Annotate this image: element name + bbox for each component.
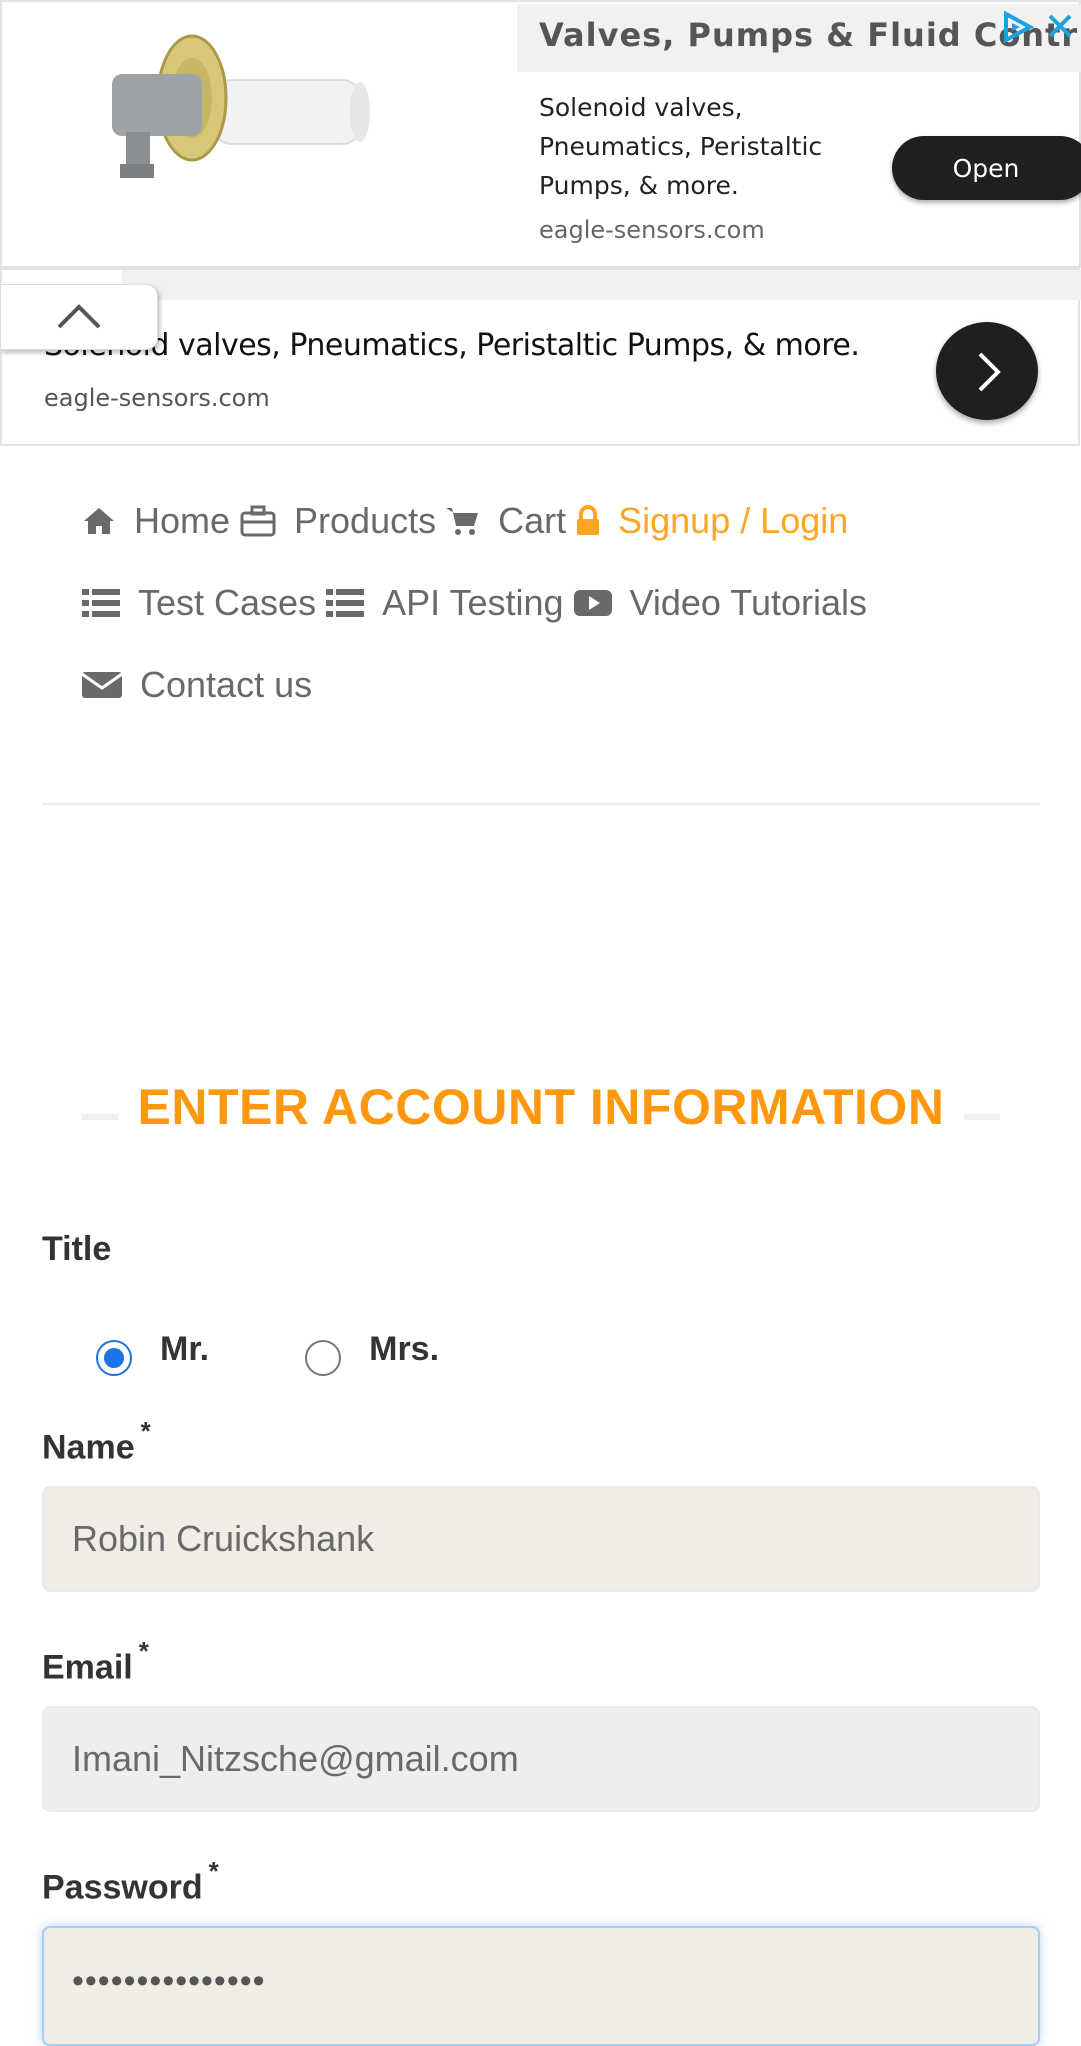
nav-home[interactable]: Home xyxy=(82,500,230,542)
name-label: Name * xyxy=(42,1416,151,1467)
email-label-text: Email xyxy=(42,1648,133,1687)
title-mr-radio[interactable] xyxy=(96,1340,132,1376)
title-radio-group: Mr. Mrs. xyxy=(96,1322,535,1376)
ad-description[interactable]: Solenoid valves, Pneumatics, Peristaltic… xyxy=(44,328,860,363)
ad-banner-secondary[interactable]: Solenoid valves, Pneumatics, Peristaltic… xyxy=(0,268,1081,446)
title-label: Title xyxy=(42,1230,112,1268)
ad-banner-top[interactable]: Valves, Pumps & Fluid Controls Solenoid … xyxy=(0,0,1081,268)
title-mrs-label[interactable]: Mrs. xyxy=(369,1330,439,1369)
section-title: ENTER ACCOUNT INFORMATION xyxy=(117,1079,965,1135)
envelope-icon xyxy=(82,672,122,698)
ad-next-button[interactable] xyxy=(936,322,1038,420)
chevron-right-icon xyxy=(978,352,1001,392)
close-icon[interactable] xyxy=(1044,10,1076,42)
required-mark: * xyxy=(138,1636,149,1666)
nav-test-cases-label: Test Cases xyxy=(138,582,317,623)
email-label: Email * xyxy=(42,1636,149,1687)
ad-domain[interactable]: eagle-sensors.com xyxy=(539,216,765,244)
nav-contact-us-label: Contact us xyxy=(140,664,313,705)
ad-title-strip xyxy=(122,270,1081,300)
nav-video-tutorials-label: Video Tutorials xyxy=(629,582,868,623)
nav-signup-login-label: Signup / Login xyxy=(618,500,849,541)
briefcase-icon xyxy=(240,505,276,537)
nav-row-1: Home Products Cart Signup / Login xyxy=(82,500,858,542)
title-mrs-radio[interactable] xyxy=(305,1340,342,1376)
nav-row-2: Test Cases API Testing Video Tutorials xyxy=(82,582,877,624)
youtube-play-icon xyxy=(573,590,612,616)
home-icon xyxy=(84,508,114,534)
chevron-up-icon xyxy=(57,304,101,329)
ad-collapse-button[interactable] xyxy=(0,284,158,350)
required-mark: * xyxy=(208,1856,219,1886)
adchoices-icon[interactable] xyxy=(1000,10,1034,44)
title-mr-label[interactable]: Mr. xyxy=(160,1330,209,1369)
password-label-text: Password xyxy=(42,1868,203,1907)
nav-cart-label: Cart xyxy=(498,500,567,541)
nav-test-cases[interactable]: Test Cases xyxy=(82,582,316,624)
ad-description[interactable]: Solenoid valves, Pneumatics, Peristaltic… xyxy=(539,88,839,205)
nav-contact-us[interactable]: Contact us xyxy=(82,664,312,706)
list-icon xyxy=(82,589,120,617)
header-divider xyxy=(42,803,1040,805)
nav-signup-login[interactable]: Signup / Login xyxy=(576,500,848,542)
ad-open-button[interactable]: Open xyxy=(892,136,1081,200)
nav-api-testing-label: API Testing xyxy=(382,582,564,623)
cart-icon xyxy=(446,508,479,535)
nav-api-testing[interactable]: API Testing xyxy=(326,582,564,624)
nav-row-3: Contact us xyxy=(82,664,322,706)
valve-product-image xyxy=(112,34,370,178)
password-field[interactable]: ••••••••••••••• xyxy=(42,1926,1040,2046)
list-icon xyxy=(326,589,365,617)
password-label: Password * xyxy=(42,1856,219,1907)
email-field[interactable]: Imani_Nitzsche@gmail.com xyxy=(42,1706,1040,1812)
nav-video-tutorials[interactable]: Video Tutorials xyxy=(573,582,868,624)
name-label-text: Name xyxy=(42,1428,135,1467)
required-mark: * xyxy=(140,1416,151,1446)
nav-products-label: Products xyxy=(294,500,437,541)
section-title-wrap: ENTER ACCOUNT INFORMATION xyxy=(82,1078,1000,1136)
ad-title[interactable]: Valves, Pumps & Fluid Controls xyxy=(539,16,1079,54)
nav-home-label: Home xyxy=(134,500,231,541)
name-field[interactable]: Robin Cruickshank xyxy=(42,1486,1040,1592)
nav-products[interactable]: Products xyxy=(240,500,436,542)
section-heading: ENTER ACCOUNT INFORMATION xyxy=(82,1076,1000,1136)
lock-icon xyxy=(577,505,600,535)
ad-domain[interactable]: eagle-sensors.com xyxy=(44,384,270,412)
nav-cart[interactable]: Cart xyxy=(446,500,566,542)
